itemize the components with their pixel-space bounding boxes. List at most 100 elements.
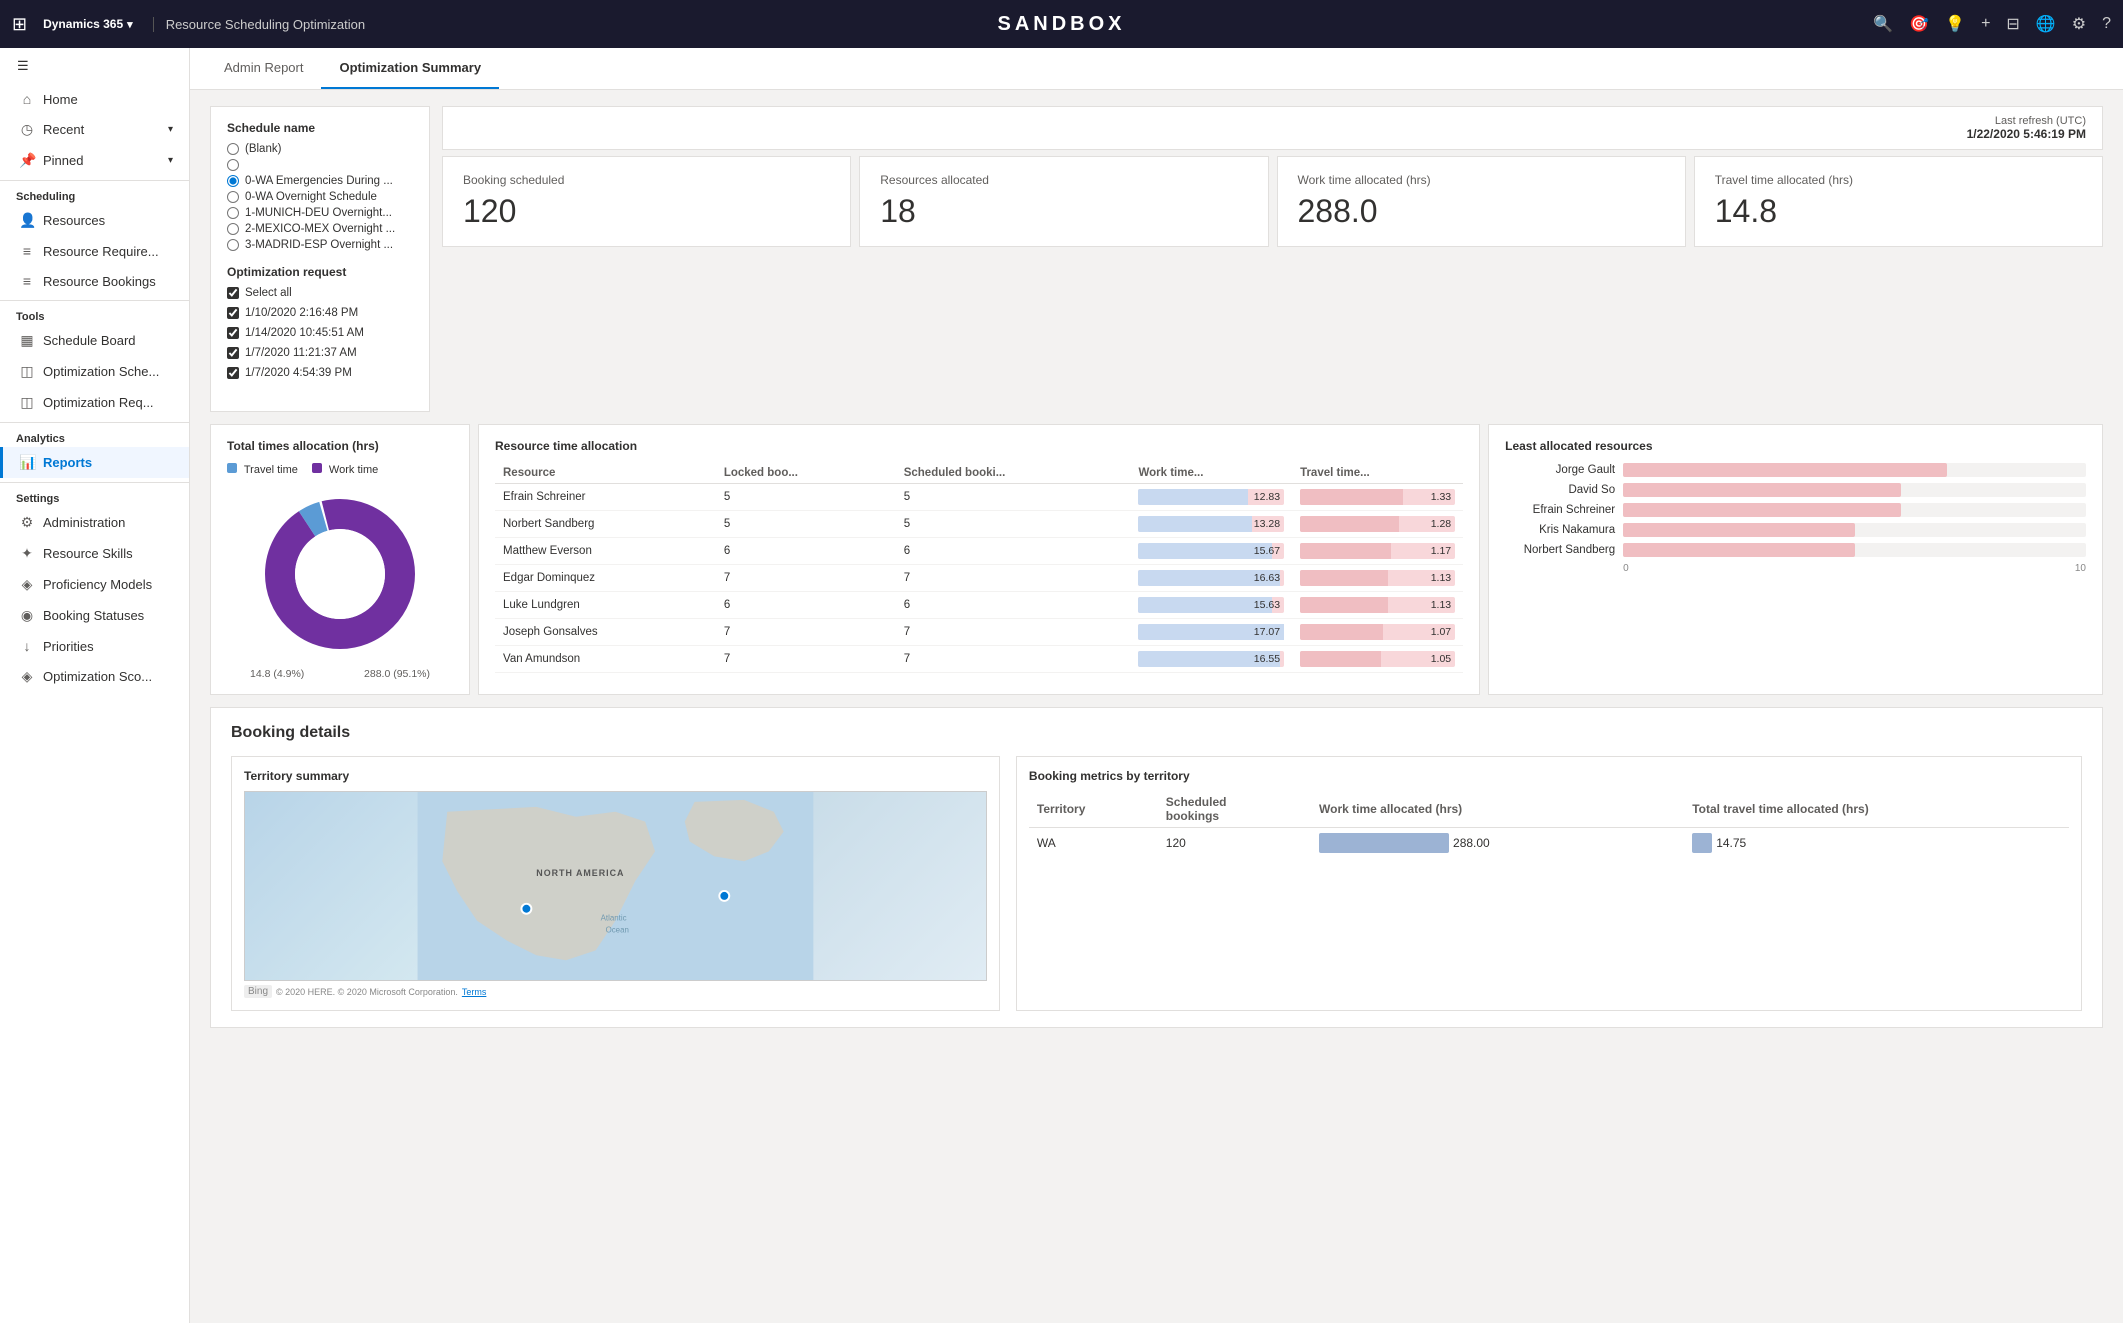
board-icon: ▦ bbox=[19, 332, 35, 349]
work-bar-bg: 13.28 bbox=[1138, 516, 1284, 532]
proficiency-icon: ◈ bbox=[19, 576, 35, 593]
schedule-option-wa-emergency[interactable]: 0-WA Emergencies During ... bbox=[227, 175, 413, 187]
sidebar-collapse[interactable]: ☰ bbox=[0, 48, 189, 84]
work-bar-label: 15.67 bbox=[1254, 543, 1280, 559]
schedule-option-wa-overnight[interactable]: 0-WA Overnight Schedule bbox=[227, 191, 413, 203]
bing-label: Bing bbox=[244, 985, 272, 998]
travel-bar-bg: 1.33 bbox=[1300, 489, 1455, 505]
lightbulb-icon[interactable]: 💡 bbox=[1945, 14, 1965, 34]
resource-name: Efrain Schreiner bbox=[495, 484, 716, 511]
chevron-down-icon: ▾ bbox=[168, 155, 173, 166]
sidebar-item-optimization-request[interactable]: ◫ Optimization Req... bbox=[0, 387, 189, 418]
sidebar-item-proficiency[interactable]: ◈ Proficiency Models bbox=[0, 569, 189, 600]
sidebar-item-resources[interactable]: 👤 Resources bbox=[0, 205, 189, 236]
globe-icon[interactable]: 🌐 bbox=[2036, 14, 2056, 34]
opt-select-all[interactable]: Select all bbox=[227, 287, 413, 299]
sidebar-item-resource-skills[interactable]: ✦ Resource Skills bbox=[0, 538, 189, 569]
resource-time-allocation-card: Resource time allocation Resource Locked… bbox=[478, 424, 1480, 695]
target-icon[interactable]: 🎯 bbox=[1909, 14, 1929, 34]
travel-bar-bg: 1.28 bbox=[1300, 516, 1455, 532]
col-travel-time-territory: Total travel time allocated (hrs) bbox=[1684, 791, 2069, 828]
map-terms-link[interactable]: Terms bbox=[462, 987, 487, 997]
sidebar-item-booking-statuses[interactable]: ◉ Booking Statuses bbox=[0, 600, 189, 631]
svg-text:Ocean: Ocean bbox=[606, 926, 629, 935]
svg-text:NORTH AMERICA: NORTH AMERICA bbox=[536, 868, 624, 878]
col-work-time-territory: Work time allocated (hrs) bbox=[1311, 791, 1684, 828]
least-allocated-card: Least allocated resources Jorge Gault Da… bbox=[1488, 424, 2103, 695]
app-name[interactable]: Dynamics 365 ▾ bbox=[43, 17, 133, 31]
territory-card: Territory summary NORT bbox=[231, 756, 1000, 1011]
opt-req-2[interactable]: 1/14/2020 10:45:51 AM bbox=[227, 327, 413, 339]
work-bar-bg: 12.83 bbox=[1138, 489, 1284, 505]
travel-time-value: 14.75 bbox=[1716, 836, 1746, 850]
sidebar-item-optimization-score[interactable]: ◈ Optimization Sco... bbox=[0, 661, 189, 692]
schedule-option-empty[interactable] bbox=[227, 159, 413, 171]
travel-bar-cell: 1.28 bbox=[1292, 511, 1463, 538]
travel-bar-label: 1.13 bbox=[1431, 570, 1451, 586]
tab-admin-report[interactable]: Admin Report bbox=[206, 48, 321, 89]
work-bar-label: 13.28 bbox=[1254, 516, 1280, 532]
travel-bar bbox=[1300, 516, 1399, 532]
travel-legend: Travel time bbox=[227, 463, 298, 476]
list-icon: ≡ bbox=[19, 243, 35, 259]
chevron-icon[interactable]: ▾ bbox=[127, 18, 133, 31]
work-pct-label: 288.0 (95.1%) bbox=[364, 668, 430, 680]
table-row: Luke Lundgren 6 6 15.63 1.13 bbox=[495, 592, 1463, 619]
sidebar-item-resource-bookings[interactable]: ≡ Resource Bookings bbox=[0, 266, 189, 296]
map-placeholder: NORTH AMERICA Atlantic Ocean bbox=[244, 791, 987, 981]
scheduled-value: 7 bbox=[896, 619, 1131, 646]
travel-time-bar-cell: 14.75 bbox=[1684, 828, 2069, 859]
tools-section-label: Tools bbox=[0, 305, 189, 325]
travel-bar-cell: 1.13 bbox=[1292, 565, 1463, 592]
schedule-option-munich[interactable]: 1-MUNICH-DEU Overnight... bbox=[227, 207, 413, 219]
table-row: Joseph Gonsalves 7 7 17.07 1.07 bbox=[495, 619, 1463, 646]
settings-icon[interactable]: ⚙ bbox=[2072, 14, 2086, 34]
sidebar-item-schedule-board[interactable]: ▦ Schedule Board bbox=[0, 325, 189, 356]
sidebar-item-reports[interactable]: 📊 Reports bbox=[0, 447, 189, 478]
sidebar-item-resource-requirements[interactable]: ≡ Resource Require... bbox=[0, 236, 189, 266]
travel-bar-label: 1.07 bbox=[1431, 624, 1451, 640]
opt-req-3[interactable]: 1/7/2020 11:21:37 AM bbox=[227, 347, 413, 359]
app-layout: ☰ ⌂ Home ◷ Recent ▾ 📌 Pinned ▾ Schedulin… bbox=[0, 48, 2123, 1323]
sidebar-item-administration[interactable]: ⚙ Administration bbox=[0, 507, 189, 538]
scheduled-value: 5 bbox=[896, 511, 1131, 538]
sidebar-item-pinned[interactable]: 📌 Pinned ▾ bbox=[0, 145, 189, 176]
kpi-work-time: Work time allocated (hrs) 288.0 bbox=[1277, 156, 1686, 247]
sidebar-item-priorities[interactable]: ↓ Priorities bbox=[0, 631, 189, 661]
schedule-option-madrid[interactable]: 3-MADRID-ESP Overnight ... bbox=[227, 239, 413, 251]
least-name: David So bbox=[1505, 484, 1615, 496]
schedule-panel: Schedule name (Blank) 0-WA Emergenci bbox=[210, 106, 430, 412]
sidebar-item-home[interactable]: ⌂ Home bbox=[0, 84, 189, 114]
sidebar-item-recent[interactable]: ◷ Recent ▾ bbox=[0, 114, 189, 145]
apps-icon[interactable]: ⊞ bbox=[12, 14, 27, 35]
schedule-option-mexico[interactable]: 2-MEXICO-MEX Overnight ... bbox=[227, 223, 413, 235]
help-icon[interactable]: ? bbox=[2102, 15, 2111, 33]
total-times-title: Total times allocation (hrs) bbox=[227, 439, 453, 453]
opt-req-4[interactable]: 1/7/2020 4:54:39 PM bbox=[227, 367, 413, 379]
least-allocated-rows: Jorge Gault David So Efrain Schreiner Kr… bbox=[1505, 463, 2086, 557]
tab-optimization-summary[interactable]: Optimization Summary bbox=[321, 48, 499, 89]
filter-icon[interactable]: ⊟ bbox=[2006, 14, 2019, 34]
least-bar bbox=[1623, 523, 1854, 537]
search-icon[interactable]: 🔍 bbox=[1873, 14, 1893, 34]
schedule-name-label: Schedule name bbox=[227, 121, 413, 135]
schedule-option-blank[interactable]: (Blank) bbox=[227, 143, 413, 155]
travel-bar-label: 1.13 bbox=[1431, 597, 1451, 613]
work-bar-cell: 15.63 bbox=[1130, 592, 1292, 619]
tabs-bar: Admin Report Optimization Summary bbox=[190, 48, 2123, 90]
sidebar-item-label: Schedule Board bbox=[43, 333, 136, 348]
col-work: Work time... bbox=[1130, 463, 1292, 484]
least-row: Efrain Schreiner bbox=[1505, 503, 2086, 517]
travel-bar bbox=[1300, 597, 1388, 613]
scheduled-value: 7 bbox=[896, 646, 1131, 673]
travel-bar-bg: 1.17 bbox=[1300, 543, 1455, 559]
opt-req-1[interactable]: 1/10/2020 2:16:48 PM bbox=[227, 307, 413, 319]
donut-container: 14.8 (4.9%) 288.0 (95.1%) bbox=[227, 484, 453, 680]
kpi-booking-value: 120 bbox=[463, 193, 830, 230]
travel-bar-bg: 1.13 bbox=[1300, 570, 1455, 586]
resource-table-title: Resource time allocation bbox=[495, 439, 1463, 453]
sidebar-item-optimization-schedule[interactable]: ◫ Optimization Sche... bbox=[0, 356, 189, 387]
charts-row: Total times allocation (hrs) Travel time… bbox=[210, 424, 2103, 695]
opt-req-group: Select all 1/10/2020 2:16:48 PM 1/14/202… bbox=[227, 287, 413, 383]
add-icon[interactable]: + bbox=[1981, 15, 1990, 33]
